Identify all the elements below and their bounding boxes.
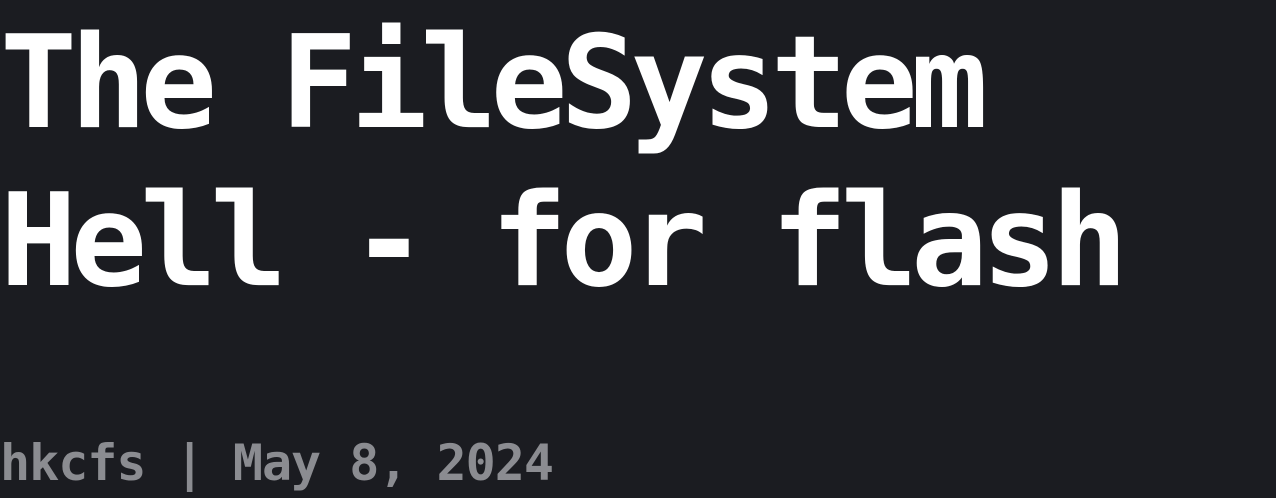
post-meta: hkcfs | May 8, 2024 bbox=[0, 431, 554, 495]
meta-separator: | bbox=[174, 434, 205, 492]
post-author: hkcfs bbox=[0, 434, 147, 492]
post-title-line-1: The FileSystem bbox=[0, 9, 988, 158]
post-date: May 8, 2024 bbox=[232, 434, 554, 492]
post-title-line-2: Hell - for flash bbox=[0, 167, 1128, 316]
post-header: The FileSystem Hell - for flash hkcfs | … bbox=[0, 0, 1276, 498]
post-title: The FileSystem Hell - for flash bbox=[0, 0, 1276, 321]
